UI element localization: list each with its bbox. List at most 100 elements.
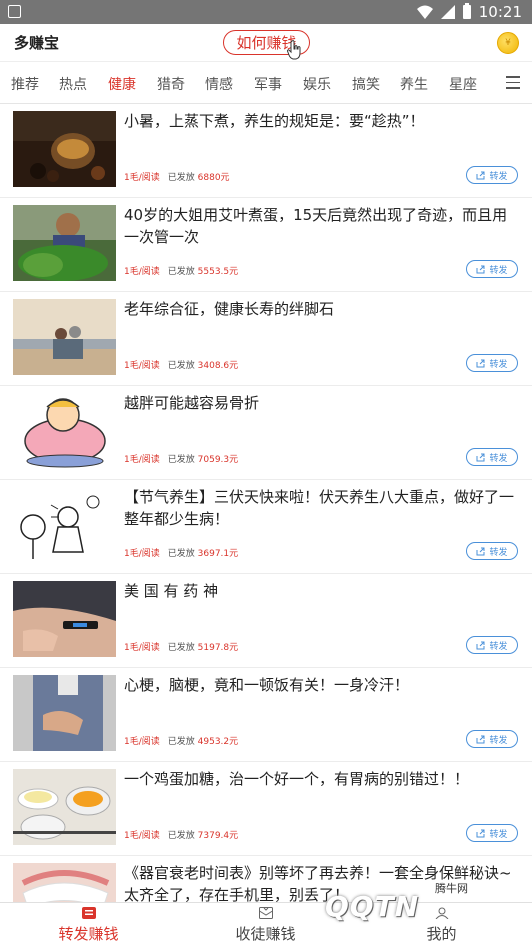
paid-label: 已发放 xyxy=(167,643,195,653)
article-thumbnail xyxy=(13,769,116,845)
article-title[interactable]: 40岁的大姐用艾叶煮蛋，15天后竟然出现了奇迹，而且用一次管一次 xyxy=(124,204,514,248)
share-icon xyxy=(476,641,485,649)
share-button[interactable]: 转发 xyxy=(466,824,518,842)
share-icon xyxy=(476,171,485,179)
share-label: 转发 xyxy=(489,641,508,652)
article-title[interactable]: 【节气养生】三伏天快来啦！伏天养生八大重点，做好了一整年都少生病！ xyxy=(124,486,514,530)
nav-recruit-earn[interactable]: 收徒赚钱 xyxy=(199,903,332,946)
share-label: 转发 xyxy=(489,171,508,182)
share-button[interactable]: 转发 xyxy=(466,166,518,184)
battery-icon xyxy=(462,3,471,19)
share-button[interactable]: 转发 xyxy=(466,448,518,466)
paid-amount: 4953.2元 xyxy=(197,737,239,747)
share-label: 转发 xyxy=(489,735,508,746)
article-thumbnail xyxy=(13,393,116,469)
paid-label: 已发放 xyxy=(167,173,195,183)
paid-amount: 5553.5元 xyxy=(197,267,239,277)
paid-label: 已发放 xyxy=(167,737,195,747)
news-icon xyxy=(81,907,96,919)
status-bar: 10:21 xyxy=(0,0,532,24)
share-label: 转发 xyxy=(489,547,508,558)
share-label: 转发 xyxy=(489,829,508,840)
article-thumbnail xyxy=(13,487,116,563)
share-button[interactable]: 转发 xyxy=(466,354,518,372)
tab-horoscope[interactable]: 星座 xyxy=(449,74,477,94)
watermark: 腾牛网 QQTN xyxy=(320,880,532,946)
tab-emotion[interactable]: 情感 xyxy=(205,74,233,94)
article-item[interactable]: 小暑，上蒸下煮，养生的规矩是：要“趁热”！ 1毛/阅读 已发放 6880元 转发 xyxy=(0,104,532,198)
article-thumbnail xyxy=(13,111,116,187)
tab-recommend[interactable]: 推荐 xyxy=(11,74,39,94)
article-title[interactable]: 一个鸡蛋加糖，治一个好一个，有胃病的别错过！！ xyxy=(124,768,514,790)
watermark-logo: QQTN xyxy=(325,890,420,923)
watermark-brand: 腾牛网 xyxy=(435,882,468,895)
paid-label: 已发放 xyxy=(167,361,195,371)
envelope-icon xyxy=(258,907,273,919)
reward-rate: 1毛/阅读 xyxy=(124,643,160,653)
share-label: 转发 xyxy=(489,265,508,276)
nav-share-earn[interactable]: 转发赚钱 xyxy=(22,903,155,946)
article-thumbnail xyxy=(13,299,116,375)
paid-label: 已发放 xyxy=(167,455,195,465)
reward-rate: 1毛/阅读 xyxy=(124,549,160,559)
share-label: 转发 xyxy=(489,359,508,370)
paid-amount: 3697.1元 xyxy=(197,549,239,559)
article-title[interactable]: 老年综合征，健康长寿的绊脚石 xyxy=(124,298,514,320)
article-thumbnail xyxy=(13,581,116,657)
share-button[interactable]: 转发 xyxy=(466,260,518,278)
article-item[interactable]: 40岁的大姐用艾叶煮蛋，15天后竟然出现了奇迹，而且用一次管一次 1毛/阅读 已发… xyxy=(0,198,532,292)
article-item[interactable]: 一个鸡蛋加糖，治一个好一个，有胃病的别错过！！ 1毛/阅读 已发放 7379.4元… xyxy=(0,762,532,856)
tab-military[interactable]: 军事 xyxy=(254,74,282,94)
tab-funny[interactable]: 搞笑 xyxy=(352,74,380,94)
paid-amount: 5197.8元 xyxy=(197,643,239,653)
article-title[interactable]: 心梗，脑梗，竟和一顿饭有关！一身冷汗！ xyxy=(124,674,514,696)
reward-rate: 1毛/阅读 xyxy=(124,455,160,465)
article-thumbnail xyxy=(13,205,116,281)
paid-label: 已发放 xyxy=(167,267,195,277)
article-thumbnail xyxy=(13,675,116,751)
article-thumbnail xyxy=(13,863,116,902)
status-time: 10:21 xyxy=(478,3,522,21)
hand-cursor-icon xyxy=(287,40,301,60)
paid-amount: 6880元 xyxy=(197,173,230,183)
paid-label: 已发放 xyxy=(167,549,195,559)
reward-rate: 1毛/阅读 xyxy=(124,831,160,841)
reward-rate: 1毛/阅读 xyxy=(124,361,160,371)
share-icon xyxy=(476,265,485,273)
article-title[interactable]: 小暑，上蒸下煮，养生的规矩是：要“趁热”！ xyxy=(124,110,514,132)
coin-icon[interactable]: ¥ xyxy=(497,32,519,54)
tab-health[interactable]: 健康 xyxy=(108,74,136,94)
share-label: 转发 xyxy=(489,453,508,464)
paid-amount: 7379.4元 xyxy=(197,831,239,841)
app-header: 多赚宝 如何赚钱 ¥ xyxy=(0,24,532,62)
article-item[interactable]: 老年综合征，健康长寿的绊脚石 1毛/阅读 已发放 3408.6元 转发 xyxy=(0,292,532,386)
menu-icon[interactable] xyxy=(506,76,520,89)
article-title[interactable]: 越胖可能越容易骨折 xyxy=(124,392,514,414)
share-button[interactable]: 转发 xyxy=(466,542,518,560)
tab-curiosity[interactable]: 猎奇 xyxy=(157,74,185,94)
article-item[interactable]: 越胖可能越容易骨折 1毛/阅读 已发放 7059.3元 转发 xyxy=(0,386,532,480)
article-item[interactable]: 美 国 有 药 神 1毛/阅读 已发放 5197.8元 转发 xyxy=(0,574,532,668)
tab-hot[interactable]: 热点 xyxy=(59,74,87,94)
article-item[interactable]: 心梗，脑梗，竟和一顿饭有关！一身冷汗！ 1毛/阅读 已发放 4953.2元 转发 xyxy=(0,668,532,762)
share-icon xyxy=(476,453,485,461)
share-icon xyxy=(476,735,485,743)
share-icon xyxy=(476,547,485,555)
share-icon xyxy=(476,829,485,837)
nav-label: 转发赚钱 xyxy=(58,925,119,943)
share-button[interactable]: 转发 xyxy=(466,730,518,748)
notification-icon xyxy=(8,5,21,18)
share-button[interactable]: 转发 xyxy=(466,636,518,654)
share-icon xyxy=(476,359,485,367)
tab-wellness[interactable]: 养生 xyxy=(400,74,428,94)
signal-icon xyxy=(440,5,455,19)
paid-label: 已发放 xyxy=(167,831,195,841)
reward-rate: 1毛/阅读 xyxy=(124,737,160,747)
tab-entertainment[interactable]: 娱乐 xyxy=(303,74,331,94)
article-feed[interactable]: 小暑，上蒸下煮，养生的规矩是：要“趁热”！ 1毛/阅读 已发放 6880元 转发 … xyxy=(0,104,532,902)
reward-rate: 1毛/阅读 xyxy=(124,173,160,183)
app-title: 多赚宝 xyxy=(14,34,60,52)
article-item[interactable]: 【节气养生】三伏天快来啦！伏天养生八大重点，做好了一整年都少生病！ 1毛/阅读已… xyxy=(0,480,532,574)
article-title[interactable]: 美 国 有 药 神 xyxy=(124,580,514,602)
paid-amount: 3408.6元 xyxy=(197,361,239,371)
